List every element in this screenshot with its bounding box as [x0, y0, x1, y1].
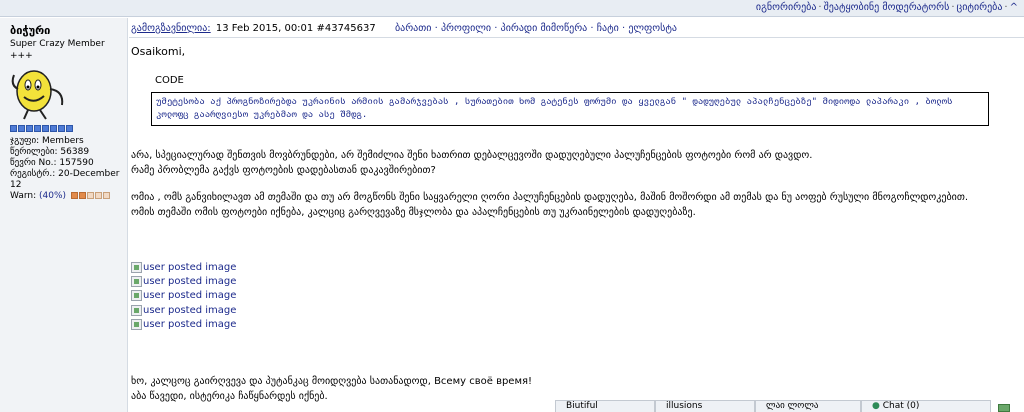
- text-line: ომია , ომს განვიხილავთ ამ თემაში და თუ ა…: [131, 192, 969, 203]
- post-action-bar: იგნორირება · შეატყობინე მოდერატორს · ციტირებ…: [0, 0, 1024, 17]
- chat-dock: Biutiful illusions ლაი ლოლა ● Chat (0): [555, 400, 991, 412]
- image-alt-text: user posted image: [143, 261, 237, 273]
- post-header: გამოგზავნილია: 13 Feb 2015, 00:01 #43745…: [129, 18, 1024, 38]
- image-alt-text: user posted image: [143, 304, 237, 316]
- reputation-pips: [10, 125, 127, 132]
- report-moderator-link[interactable]: შეატყობინე მოდერატორს: [824, 2, 950, 13]
- greeting: Osaikomi,: [131, 45, 186, 58]
- posted-image[interactable]: user posted image: [131, 303, 236, 317]
- author-name[interactable]: ბიჭური: [10, 24, 127, 38]
- image-alt-text: user posted image: [143, 276, 237, 288]
- posted-image[interactable]: user posted image: [131, 318, 236, 332]
- broken-image-icon: [131, 276, 142, 288]
- text-line: ხო, კალცოც გაირღვევა და პუტანკაც მოიდღვე…: [131, 376, 533, 387]
- posted-image[interactable]: user posted image: [131, 289, 236, 303]
- broken-image-icon: [131, 319, 142, 331]
- chat-status-icon[interactable]: [998, 404, 1010, 412]
- author-member-no: წევრი No.: 157590: [10, 158, 94, 168]
- author-group: ჯგუფი: Members: [10, 136, 84, 146]
- image-alt-text: user posted image: [143, 290, 237, 302]
- author-panel: ბიჭური Super Crazy Member +++ ჯგუფი: Mem…: [0, 18, 128, 412]
- text-line: ომის თემაში ომის ფოტოები იქნება, კალციც …: [131, 207, 696, 218]
- text-line: არა, სპეციალურად შენთვის მოვბრუნდები, არ…: [131, 150, 813, 161]
- posted-images: user posted image user posted image user…: [131, 260, 236, 332]
- chat-tab-biutiful[interactable]: Biutiful: [555, 400, 655, 412]
- chat-tab-label: Chat (0): [882, 401, 920, 411]
- warn-label: Warn:: [10, 191, 37, 201]
- chat-tab-illusions[interactable]: illusions: [655, 400, 755, 412]
- broken-image-icon: [131, 304, 142, 316]
- paragraph: ომია , ომს განვიხილავთ ამ თემაში და თუ ა…: [131, 190, 1011, 220]
- broken-image-icon: [131, 261, 142, 273]
- posted-image[interactable]: user posted image: [131, 274, 236, 288]
- quote-link[interactable]: ციტირება: [957, 2, 1003, 13]
- posted-image[interactable]: user posted image: [131, 260, 236, 274]
- post-id-link[interactable]: #43745637: [316, 23, 375, 34]
- author-posts: წერილები: 56389: [10, 147, 90, 157]
- post-date: 13 Feb 2015, 00:01: [215, 23, 314, 34]
- author-tools-links[interactable]: ბარათი · პროფილი · პირადი მიმოწერა · ჩატ…: [395, 23, 677, 34]
- posted-label: გამოგზავნილია:: [131, 23, 211, 34]
- paragraph: არა, სპეციალურად შენთვის მოვბრუნდები, არ…: [131, 148, 1011, 178]
- chat-icon: ●: [872, 401, 880, 411]
- post-actions: იგნორირება · შეატყობინე მოდერატორს · ციტირებ…: [756, 2, 1018, 13]
- code-label: CODE: [155, 75, 184, 86]
- separator: ·: [951, 2, 955, 13]
- author-rank: Super Crazy Member +++: [10, 39, 105, 61]
- broken-image-icon: [131, 290, 142, 302]
- separator: ·: [818, 2, 822, 13]
- smiley-avatar-icon: [11, 70, 64, 120]
- separator: ·: [1004, 2, 1008, 13]
- chat-tab-lai-lola[interactable]: ლაი ლოლა: [755, 400, 861, 412]
- scroll-top-link[interactable]: ^: [1010, 2, 1018, 13]
- author-registered: რეგისტრ.: 20-December 12: [10, 169, 120, 190]
- post-body: Osaikomi, CODE უმეტესობა აქ პროგნოზირებდ…: [131, 44, 1011, 412]
- code-block: უმეტესობა აქ პროგნოზირებდა უკრაინის არმი…: [151, 92, 989, 126]
- chat-tab-main[interactable]: ● Chat (0): [861, 400, 991, 412]
- text-line: რამე პრობლემა გაქვს ფოტოების დადებასთან …: [131, 165, 436, 176]
- warn-value[interactable]: (40%): [39, 191, 66, 201]
- avatar: [10, 65, 70, 121]
- image-alt-text: user posted image: [143, 319, 237, 331]
- warn-level-bar: [70, 192, 110, 199]
- author-stats: ჯგუფი: Members წერილები: 56389 წევრი No.…: [10, 136, 127, 202]
- author-warn: Warn: (40%): [10, 191, 127, 202]
- ignore-link[interactable]: იგნორირება: [756, 2, 817, 13]
